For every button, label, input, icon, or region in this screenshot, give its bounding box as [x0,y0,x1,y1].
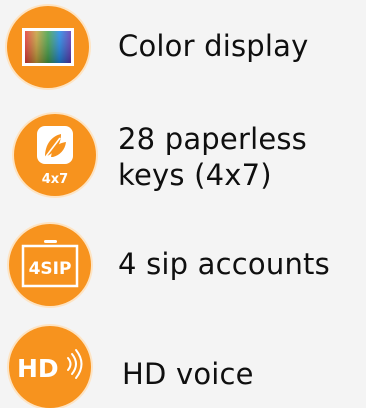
hd-voice-badge: HD [9,326,91,408]
sip-accounts-badge: 4SIP [9,224,91,306]
feature-sip-accounts: 4SIP 4 sip accounts [0,210,366,310]
color-display-icon [22,28,74,66]
feature-label-line: Color display [118,29,309,63]
sip-accounts-badge-text: 4SIP [29,259,72,279]
feature-hd-voice: HD HD voice [0,310,366,408]
feature-label-line: 4 sip accounts [118,247,330,281]
paperless-keys-badge-text: 4x7 [42,172,68,187]
sip-accounts-icon: 4SIP [21,240,79,288]
feature-label: 28 paperless keys (4x7) [118,121,307,193]
hd-voice-icon: HD [17,349,83,383]
feature-label-line: keys (4x7) [118,158,272,192]
feature-label-line: 28 paperless [118,122,307,156]
feature-label: Color display [118,28,309,64]
paperless-keys-badge: 4x7 [14,114,96,196]
color-display-badge [7,6,89,88]
feature-label: 4 sip accounts [118,246,330,282]
feature-paperless-keys: 4x7 28 paperless keys (4x7) [0,100,366,210]
hd-voice-badge-text: HD [17,354,59,383]
feature-label-line: HD voice [122,357,254,391]
feature-color-display: Color display [0,0,366,100]
paperless-keys-icon: 4x7 [37,126,73,187]
feature-label: HD voice [122,356,254,392]
